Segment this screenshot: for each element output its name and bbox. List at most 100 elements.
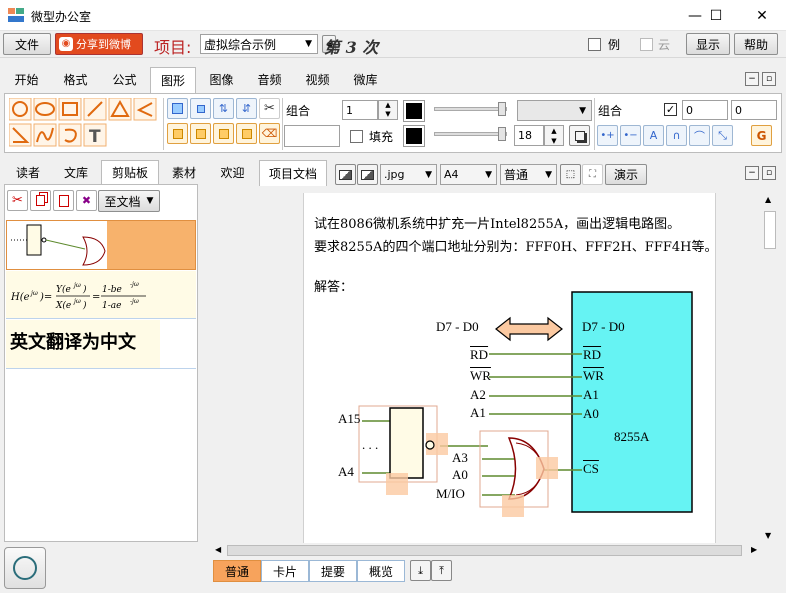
maximize-button[interactable]: ☐ xyxy=(693,0,739,31)
slider-thumb[interactable] xyxy=(498,127,506,141)
tab-welcome[interactable]: 欢迎 xyxy=(208,160,257,184)
view-normal-tab[interactable]: 普通 xyxy=(213,560,261,582)
line-style-select[interactable]: ▼ xyxy=(517,100,592,121)
record-button[interactable] xyxy=(4,547,46,589)
example-checkbox[interactable] xyxy=(588,38,601,51)
tab-project-document[interactable]: 项目文档 xyxy=(259,160,327,186)
help-button[interactable]: 帮助 xyxy=(734,33,778,55)
scroll-right-icon[interactable]: ▶ xyxy=(751,545,757,554)
images-icon[interactable] xyxy=(357,164,378,185)
view-overview-tab[interactable]: 概览 xyxy=(357,560,405,582)
cloud-checkbox[interactable] xyxy=(640,38,653,51)
tab-graphics[interactable]: 图形 xyxy=(150,67,196,93)
collapse-doc-button[interactable]: − xyxy=(745,166,759,180)
fill-preview[interactable] xyxy=(284,125,340,147)
tab-start[interactable]: 开始 xyxy=(4,67,49,91)
restore-ribbon-button[interactable]: ▫ xyxy=(762,72,776,86)
scroll-thumb[interactable] xyxy=(764,211,776,249)
scissors-icon[interactable]: ✂ xyxy=(259,98,280,119)
font-size-input[interactable]: 18 xyxy=(514,125,544,146)
view-card-tab[interactable]: 卡片 xyxy=(261,560,309,582)
view-outline-tab[interactable]: 提要 xyxy=(309,560,357,582)
point-add-icon[interactable]: •+ xyxy=(597,125,618,146)
line-tool-icon[interactable] xyxy=(84,98,106,120)
file-button[interactable]: 文件 xyxy=(3,33,51,55)
vertical-scrollbar[interactable]: ▲ ▼ xyxy=(762,193,778,543)
close-button[interactable]: ✕ xyxy=(739,0,785,31)
mode-select[interactable]: 普通 ▼ xyxy=(500,164,557,185)
arch-a-icon[interactable]: A xyxy=(643,125,664,146)
size-input[interactable]: 1 xyxy=(342,100,378,120)
tab-format[interactable]: 格式 xyxy=(53,67,98,91)
horizontal-scrollbar[interactable]: ◀ ▶ xyxy=(213,543,762,558)
size-spinner[interactable]: ▲ ▼ xyxy=(378,100,398,120)
scroll-up-icon[interactable]: ▲ xyxy=(765,195,771,204)
point-remove-icon[interactable]: •− xyxy=(620,125,641,146)
bring-front-icon[interactable] xyxy=(167,98,188,119)
tab-image[interactable]: 图像 xyxy=(199,67,244,91)
wave-tool-icon[interactable] xyxy=(34,124,56,146)
flip-icon[interactable]: ⤡ xyxy=(712,125,733,146)
select-icon[interactable]: ⬚ xyxy=(560,164,581,185)
display-button[interactable]: 显示 xyxy=(686,33,730,55)
angle-tool-icon[interactable] xyxy=(134,98,156,120)
arch-c-icon[interactable]: ⌒ xyxy=(689,125,710,146)
present-button[interactable]: 演示 xyxy=(605,164,647,185)
line-color-swatch[interactable] xyxy=(403,100,425,122)
fit-icon[interactable]: ⛶ xyxy=(582,164,603,185)
ellipse-tool-icon[interactable] xyxy=(34,98,56,120)
shadow-icon[interactable] xyxy=(569,125,590,146)
clip-item-circuit[interactable] xyxy=(6,220,196,270)
download-icon[interactable]: ⤓ xyxy=(410,560,431,581)
hscroll-thumb[interactable] xyxy=(227,545,742,556)
copy-clip-icon[interactable] xyxy=(30,190,51,211)
cut-icon[interactable]: ✂ xyxy=(7,190,28,211)
tab-formula[interactable]: 公式 xyxy=(102,67,147,91)
fill-color-swatch[interactable] xyxy=(403,125,425,147)
triangle-tool-icon[interactable] xyxy=(109,98,131,120)
format-select[interactable]: .jpg ▼ xyxy=(380,164,437,185)
offset-x-input[interactable]: 0 xyxy=(682,100,728,120)
align-icon[interactable] xyxy=(190,98,211,119)
text-tool-icon[interactable] xyxy=(84,124,106,146)
fill-checkbox[interactable] xyxy=(350,130,363,143)
tab-video[interactable]: 视频 xyxy=(295,67,340,91)
scroll-down-icon[interactable]: ▼ xyxy=(765,531,771,540)
order-up-icon[interactable]: ⇅ xyxy=(213,98,234,119)
scroll-left-icon[interactable]: ◀ xyxy=(215,545,221,554)
offset-y-input[interactable]: 0 xyxy=(731,100,777,120)
tab-clipboard[interactable]: 剪贴板 xyxy=(101,160,159,184)
duplicate-icon[interactable] xyxy=(213,123,234,144)
project-select[interactable]: 虚拟综合示例 ▼ xyxy=(200,34,318,54)
to-document-button[interactable]: 至文档 ▼ xyxy=(98,190,160,212)
erase-icon[interactable]: ⌫ xyxy=(259,123,280,144)
polyline-tool-icon[interactable] xyxy=(9,124,31,146)
share-weibo-button[interactable]: ◉ 分享到微博 xyxy=(55,33,143,55)
circle-tool-icon[interactable] xyxy=(9,98,31,120)
tab-library[interactable]: 文库 xyxy=(53,160,99,184)
fill-slider[interactable] xyxy=(434,132,507,136)
slider-thumb[interactable] xyxy=(498,102,506,116)
collapse-ribbon-button[interactable]: − xyxy=(745,72,759,86)
sort-icon[interactable]: ⇵ xyxy=(236,98,257,119)
restore-doc-button[interactable]: ▫ xyxy=(762,166,776,180)
transparency-slider[interactable] xyxy=(434,107,507,111)
upload-icon[interactable]: ⤒ xyxy=(431,560,452,581)
font-size-spinner[interactable]: ▲ ▼ xyxy=(544,125,564,146)
copy-icon[interactable] xyxy=(167,123,188,144)
refresh-icon[interactable]: G xyxy=(751,125,772,146)
group2-checkbox[interactable]: ✓ xyxy=(664,103,677,116)
image-icon[interactable] xyxy=(335,164,356,185)
tab-microlib[interactable]: 微库 xyxy=(343,67,388,91)
arch-b-icon[interactable]: ∩ xyxy=(666,125,687,146)
paste-clip-icon[interactable] xyxy=(53,190,74,211)
group-icon[interactable] xyxy=(236,123,257,144)
clip-item-formula[interactable]: H(e jω )= Y(e jω ) X(e jω ) = 1-be -jω 1… xyxy=(6,271,196,319)
clear-clip-icon[interactable]: ✖ xyxy=(76,190,97,211)
clip-item-text[interactable]: 英文翻译为中文 xyxy=(6,320,196,369)
tab-audio[interactable]: 音频 xyxy=(247,67,292,91)
curve-tool-icon[interactable] xyxy=(59,124,81,146)
tab-materials[interactable]: 素材 xyxy=(162,160,198,184)
tab-reader[interactable]: 读者 xyxy=(6,160,50,184)
paste-icon[interactable] xyxy=(190,123,211,144)
